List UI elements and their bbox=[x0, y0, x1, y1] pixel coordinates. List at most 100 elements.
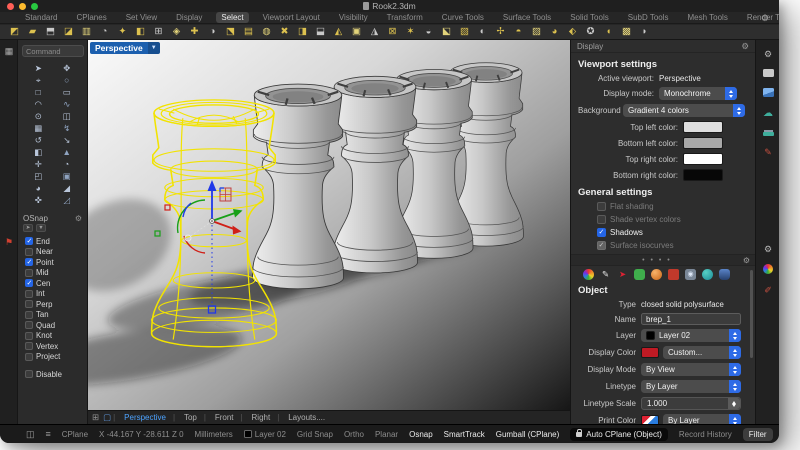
toolbar-icon[interactable]: ▥ bbox=[80, 26, 93, 38]
osnap-checkbox-row[interactable]: Tan bbox=[25, 310, 87, 321]
color-swatch[interactable] bbox=[683, 153, 723, 165]
cylinder-icon[interactable] bbox=[719, 269, 730, 280]
tool-icon[interactable]: ▭ bbox=[53, 87, 82, 98]
checkbox[interactable] bbox=[25, 237, 33, 245]
gear-icon[interactable]: ⚙ bbox=[756, 49, 779, 60]
menu-tab[interactable]: Curve Tools bbox=[437, 12, 489, 23]
checkbox[interactable] bbox=[597, 241, 606, 250]
checkbox[interactable] bbox=[25, 342, 33, 350]
viewport-tab[interactable]: Top bbox=[175, 413, 206, 422]
osnap-checkbox-row[interactable]: End bbox=[25, 236, 87, 247]
cloud-icon[interactable]: ☁ bbox=[756, 108, 779, 119]
status-toggle[interactable]: Auto CPlane (Object) bbox=[570, 428, 668, 441]
toolbar-icon[interactable]: ◐ bbox=[476, 26, 489, 38]
checkbox[interactable] bbox=[25, 311, 33, 319]
pencil-icon[interactable]: ✎ bbox=[600, 269, 611, 280]
osnap-checkbox-row[interactable]: Vertex bbox=[25, 341, 87, 352]
display-setting-row[interactable]: Surface isocurves bbox=[597, 241, 755, 250]
panel-resize-dots[interactable]: • • • • bbox=[571, 257, 743, 264]
tool-icon[interactable]: ▲ bbox=[53, 147, 82, 158]
checkbox[interactable] bbox=[25, 279, 33, 287]
osnap-checkbox-row[interactable]: Mid bbox=[25, 268, 87, 279]
arrow-icon[interactable]: ➤ bbox=[617, 269, 628, 280]
menu-tab[interactable]: Display bbox=[171, 12, 207, 23]
menu-tab[interactable]: Select bbox=[216, 12, 248, 23]
menu-tab[interactable]: CPlanes bbox=[71, 12, 111, 23]
object-display-mode-dropdown[interactable]: By View bbox=[641, 363, 741, 376]
toolbar-icon[interactable]: ◒ bbox=[422, 26, 435, 38]
layer-dropdown[interactable]: Layer 02 bbox=[641, 329, 741, 342]
viewport-title-badge[interactable]: Perspective ▼ bbox=[90, 42, 160, 54]
globe-icon[interactable] bbox=[702, 269, 713, 280]
osnap-checkbox-row[interactable]: Perp bbox=[25, 299, 87, 310]
list-icon[interactable]: ≡ bbox=[46, 429, 51, 439]
toolbar-icon[interactable]: ⬕ bbox=[440, 26, 453, 38]
background-dropdown[interactable]: Gradient 4 colors bbox=[623, 104, 745, 117]
status-toggle[interactable]: Gumball (CPlane) bbox=[496, 430, 560, 439]
object-name-input[interactable] bbox=[641, 313, 741, 325]
osnap-checkbox-row[interactable]: Cen bbox=[25, 278, 87, 289]
toolbar-icon[interactable]: ✦ bbox=[116, 26, 129, 38]
display-monitor-icon[interactable] bbox=[756, 69, 779, 79]
toolbar-icon[interactable]: ✢ bbox=[494, 26, 507, 38]
color-wheel-icon[interactable] bbox=[756, 264, 779, 276]
toolbar-icon[interactable]: ◑ bbox=[206, 26, 219, 38]
toolbar-icon[interactable]: ◕ bbox=[548, 26, 561, 38]
menu-tab[interactable]: SubD Tools bbox=[623, 12, 674, 23]
tool-icon[interactable]: ↺ bbox=[24, 135, 53, 146]
gear-icon[interactable]: ⚙ bbox=[743, 256, 750, 265]
display-color-dropdown[interactable]: Custom... bbox=[663, 346, 741, 359]
menu-tab[interactable]: Mesh Tools bbox=[683, 12, 733, 23]
toolbar-icon[interactable]: ◔ bbox=[98, 26, 111, 38]
toolbar-icon[interactable]: ◗ bbox=[638, 26, 651, 38]
image-icon[interactable] bbox=[756, 88, 779, 99]
toolbar-icon[interactable]: ▤ bbox=[242, 26, 255, 38]
panel-toggle-icon[interactable]: ▦ bbox=[0, 46, 18, 57]
status-toggle[interactable]: Osnap bbox=[409, 430, 433, 439]
toolbar-icon[interactable]: ◪ bbox=[62, 26, 75, 38]
toolbar-icon[interactable]: ⊠ bbox=[386, 26, 399, 38]
status-toggle[interactable]: SmartTrack bbox=[444, 430, 485, 439]
checkbox[interactable] bbox=[25, 353, 33, 361]
menu-tab[interactable]: Standard bbox=[20, 12, 62, 23]
tool-icon[interactable]: ⊙ bbox=[24, 111, 53, 122]
toolbar-icon[interactable]: ▩ bbox=[620, 26, 633, 38]
display-mode-dropdown[interactable]: Monochrome bbox=[659, 87, 737, 100]
tool-icon[interactable]: ◢ bbox=[53, 183, 82, 194]
checkbox[interactable] bbox=[25, 321, 33, 329]
viewport-maximized-icon[interactable]: ▢ bbox=[103, 412, 111, 423]
units-label[interactable]: Millimeters bbox=[195, 430, 233, 439]
command-input[interactable] bbox=[22, 45, 84, 57]
camera-icon[interactable]: ◉ bbox=[685, 269, 696, 280]
checkbox[interactable] bbox=[25, 269, 33, 277]
color-wheel-icon[interactable] bbox=[583, 269, 594, 280]
stepper-arrows-icon[interactable] bbox=[728, 398, 740, 409]
toolbar-icon[interactable]: ⬒ bbox=[44, 26, 57, 38]
status-toggle[interactable]: Grid Snap bbox=[297, 430, 333, 439]
toolbar-icon[interactable]: ⬖ bbox=[566, 26, 579, 38]
cplane-label[interactable]: CPlane bbox=[62, 430, 88, 439]
tool-icon[interactable]: ➤ bbox=[24, 63, 53, 74]
menu-tab[interactable]: Surface Tools bbox=[498, 12, 556, 23]
menu-tab[interactable]: Set View bbox=[121, 12, 162, 23]
panel-scrollbar[interactable] bbox=[750, 270, 753, 358]
viewport-canvas[interactable] bbox=[88, 40, 570, 410]
osnap-checkbox-row[interactable]: Knot bbox=[25, 331, 87, 342]
toolbar-icon[interactable]: ▧ bbox=[458, 26, 471, 38]
color-swatch[interactable] bbox=[683, 169, 723, 181]
tool-icon[interactable]: ▦ bbox=[24, 123, 53, 134]
toolbar-icon[interactable]: ◩ bbox=[8, 26, 21, 38]
menu-tab[interactable]: Transform bbox=[382, 12, 428, 23]
status-toggle[interactable]: Planar bbox=[375, 430, 398, 439]
display-setting-row[interactable]: Shade vertex colors bbox=[597, 215, 755, 224]
toolbar-icon[interactable]: ◓ bbox=[512, 26, 525, 38]
viewport-tab[interactable]: Layouts.... bbox=[279, 413, 334, 422]
menu-tab[interactable]: Solid Tools bbox=[565, 12, 614, 23]
checkbox[interactable] bbox=[597, 215, 606, 224]
status-toggle[interactable]: Ortho bbox=[344, 430, 364, 439]
toolbar-icon[interactable]: ✶ bbox=[404, 26, 417, 38]
linetype-dropdown[interactable]: By Layer bbox=[641, 380, 741, 393]
tool-icon[interactable]: ◫ bbox=[53, 111, 82, 122]
box-icon[interactable] bbox=[668, 269, 679, 280]
tool-icon[interactable]: ◔ bbox=[53, 159, 82, 170]
